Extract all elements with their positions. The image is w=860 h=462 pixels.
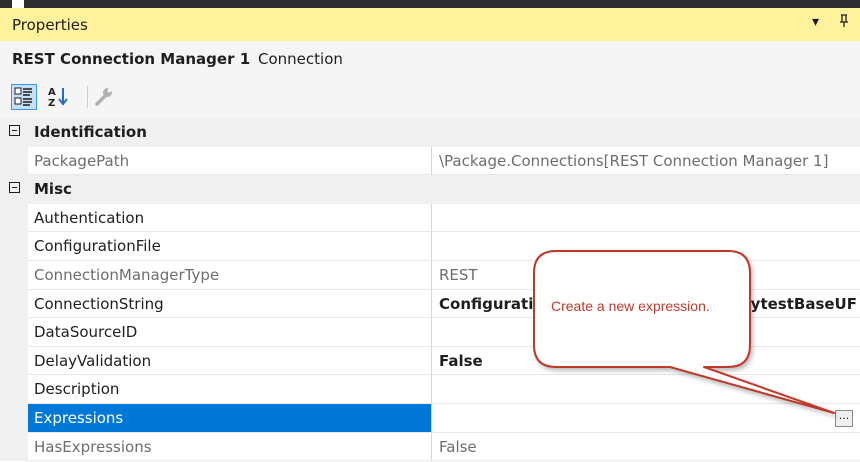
row-gutter [0, 432, 28, 462]
row-gutter [0, 203, 28, 233]
connection-string-value-start: Configuratio [439, 294, 544, 313]
category-misc[interactable]: Misc [0, 175, 860, 204]
row-gutter [0, 346, 28, 376]
row-gutter [0, 289, 28, 319]
expressions-ellipsis-button[interactable]: ... [835, 410, 853, 427]
property-value[interactable] [432, 375, 860, 404]
property-row-packagepath[interactable]: PackagePath \Package.Connections[REST Co… [0, 146, 860, 176]
row-gutter [0, 318, 28, 347]
svg-text:Z: Z [48, 98, 55, 108]
property-name: DataSourceID [28, 318, 432, 347]
property-value[interactable] [432, 232, 860, 261]
property-value[interactable] [432, 318, 860, 347]
property-row-authentication[interactable]: Authentication [0, 203, 860, 233]
property-value[interactable] [432, 404, 860, 433]
property-name: ConnectionManagerType [28, 260, 432, 290]
object-selector[interactable]: REST Connection Manager 1 Connection [0, 41, 860, 77]
connection-string-value-end: nytestBaseUF [740, 294, 857, 313]
row-gutter [0, 403, 28, 433]
alphabetical-sort-icon[interactable]: A Z [46, 84, 72, 110]
toolbar-separator [87, 86, 88, 108]
svg-text:A: A [48, 87, 56, 98]
property-row-connectionstring[interactable]: ConnectionString Configuratio nytestBase… [0, 289, 860, 319]
property-grid: Identification PackagePath \Package.Conn… [0, 118, 860, 462]
category-identification[interactable]: Identification [0, 118, 860, 147]
property-value[interactable] [432, 204, 860, 233]
property-value[interactable]: False [432, 347, 860, 376]
category-label: Identification [34, 123, 147, 141]
property-value: False [432, 433, 860, 462]
category-label: Misc [34, 180, 72, 199]
dropdown-arrow-icon[interactable]: ▾ [812, 14, 819, 30]
property-value: REST [432, 261, 860, 290]
window-top-strip [0, 0, 860, 8]
wrench-icon[interactable] [92, 84, 118, 110]
collapse-toggle-icon[interactable] [9, 182, 20, 194]
property-name: Description [28, 375, 432, 404]
row-gutter [0, 260, 28, 290]
row-gutter [0, 375, 28, 404]
properties-title-bar: Properties ▾ [0, 8, 860, 41]
property-row-configurationfile[interactable]: ConfigurationFile [0, 232, 860, 261]
property-name: ConfigurationFile [28, 232, 432, 261]
object-type: Connection [258, 50, 343, 68]
property-name: HasExpressions [28, 432, 432, 462]
property-value: \Package.Connections[REST Connection Man… [432, 147, 860, 176]
property-name: Authentication [28, 203, 432, 233]
property-row-description[interactable]: Description [0, 375, 860, 404]
callout-text: Create a new expression. [551, 298, 710, 314]
panel-title: Properties [12, 16, 88, 34]
property-row-expressions[interactable]: Expressions [0, 403, 860, 433]
property-row-connectionmanagertype[interactable]: ConnectionManagerType REST [0, 260, 860, 290]
object-name: REST Connection Manager 1 [12, 50, 251, 68]
window-glyph [12, 0, 24, 8]
properties-toolbar: A Z [0, 77, 860, 119]
property-name: ConnectionString [28, 289, 432, 319]
pin-icon[interactable] [838, 14, 850, 32]
row-gutter [0, 232, 28, 261]
property-name: Expressions [28, 403, 432, 433]
property-name: DelayValidation [28, 346, 432, 376]
categorized-view-icon[interactable] [11, 84, 37, 110]
property-row-hasexpressions[interactable]: HasExpressions False [0, 432, 860, 462]
collapse-toggle-icon[interactable] [9, 125, 20, 136]
property-row-datasourceid[interactable]: DataSourceID [0, 318, 860, 347]
property-row-delayvalidation[interactable]: DelayValidation False [0, 346, 860, 376]
property-name: PackagePath [28, 146, 432, 176]
row-gutter [0, 146, 28, 176]
